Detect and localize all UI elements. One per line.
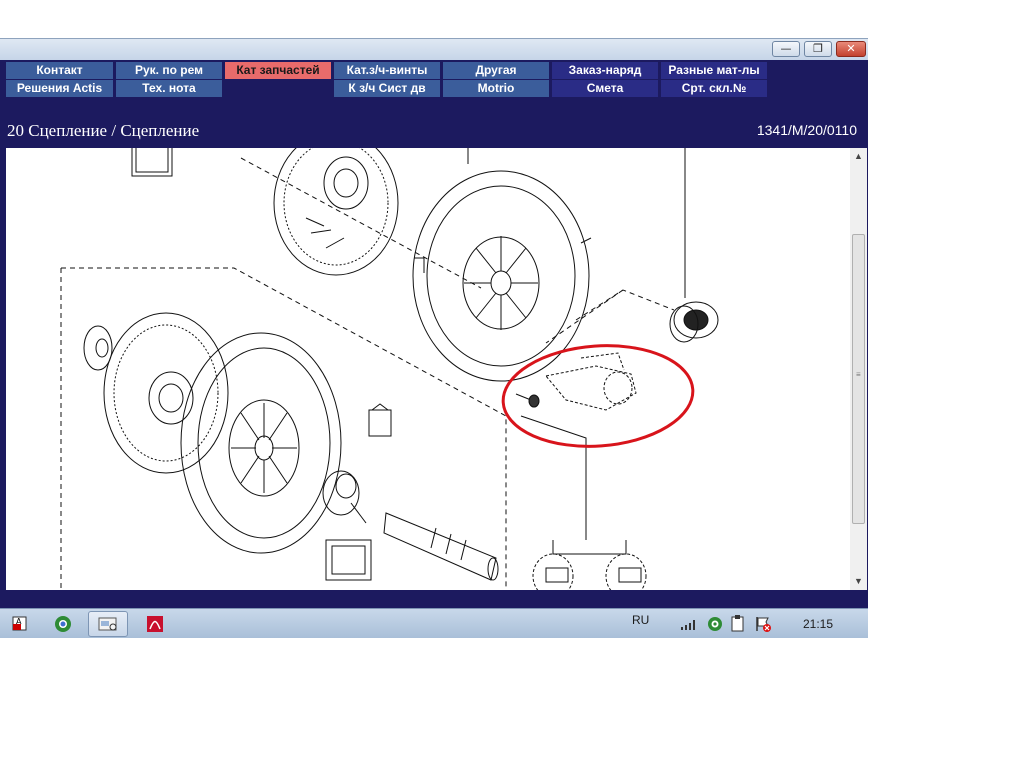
gasket-part-bottom [325, 539, 372, 581]
exploded-clutch-diagram [60, 148, 719, 590]
tab-tech-note[interactable]: Тех. нота [116, 80, 222, 97]
clutch-disc-top [273, 148, 399, 276]
fork-bolt [515, 393, 540, 408]
clutch-fork-assembly [545, 352, 637, 411]
tab-misc-materials[interactable]: Разные мат-лы [661, 62, 767, 79]
menu-bar: Контакт Рук. по рем Кат запчастей Кат.з/… [0, 60, 868, 98]
clipboard-icon[interactable] [730, 615, 746, 633]
tab-parts-screws[interactable]: Кат.з/ч-винты [334, 62, 440, 79]
clutch-disc-bottom [103, 312, 229, 474]
bracket-parts [532, 540, 647, 590]
language-indicator[interactable]: RU [632, 613, 649, 627]
tab-repair-manual[interactable]: Рук. по рем [116, 62, 222, 79]
gasket-part [131, 148, 173, 177]
tab-work-order[interactable]: Заказ-наряд [552, 62, 658, 79]
svg-text:A: A [16, 617, 22, 626]
tab-kontakt[interactable]: Контакт [6, 62, 113, 79]
scroll-grip-icon: ≡ [856, 370, 861, 379]
flag-icon[interactable] [754, 615, 772, 633]
minimize-button[interactable]: — [772, 41, 800, 57]
close-button[interactable]: ✕ [836, 41, 866, 57]
scroll-thumb[interactable]: ≡ [852, 234, 865, 524]
acrobat-reader-icon[interactable]: A [4, 611, 34, 637]
page-title: 20 Сцепление / Сцепление [7, 121, 200, 140]
app-eye-icon[interactable] [706, 615, 724, 633]
pressure-plate-bottom [180, 332, 342, 554]
application-window: — ❐ ✕ Контакт Рук. по рем Кат запчастей … [0, 38, 868, 638]
parts-diagram[interactable] [6, 148, 850, 590]
instruction-tag [368, 403, 392, 437]
release-bearing [669, 301, 719, 343]
document-code: 1341/M/20/0110 [756, 122, 857, 138]
content-area: ▲ ≡ ▼ [0, 146, 868, 608]
explorer-icon[interactable] [88, 611, 128, 637]
highlight-ellipse [501, 344, 695, 448]
tab-warehouse-no[interactable]: Срт. скл.№ [661, 80, 767, 97]
scroll-down-arrow-icon[interactable]: ▼ [850, 573, 867, 590]
input-shaft [322, 470, 499, 581]
tab-motrio[interactable]: Motrio [443, 80, 549, 97]
tab-engine-system-parts[interactable]: К з/ч Сист дв [334, 80, 440, 97]
title-bar: — ❐ ✕ [0, 38, 868, 60]
taskbar: A RU 21:15 [0, 608, 868, 638]
pdf-icon[interactable] [140, 611, 170, 637]
scroll-up-arrow-icon[interactable]: ▲ [850, 148, 867, 165]
maximize-button[interactable]: ❐ [804, 41, 832, 57]
vertical-scrollbar[interactable]: ▲ ≡ ▼ [850, 148, 867, 590]
network-icon[interactable] [680, 617, 698, 631]
clock[interactable]: 21:15 [803, 617, 833, 631]
tab-parts-catalog[interactable]: Кат запчастей [225, 62, 331, 79]
chrome-icon[interactable] [48, 611, 78, 637]
tab-other[interactable]: Другая [443, 62, 549, 79]
tab-actis-solutions[interactable]: Решения Actis [6, 80, 113, 97]
page-header: 20 Сцепление / Сцепление 1341/M/20/0110 [0, 98, 868, 146]
tab-estimate[interactable]: Смета [552, 80, 658, 97]
